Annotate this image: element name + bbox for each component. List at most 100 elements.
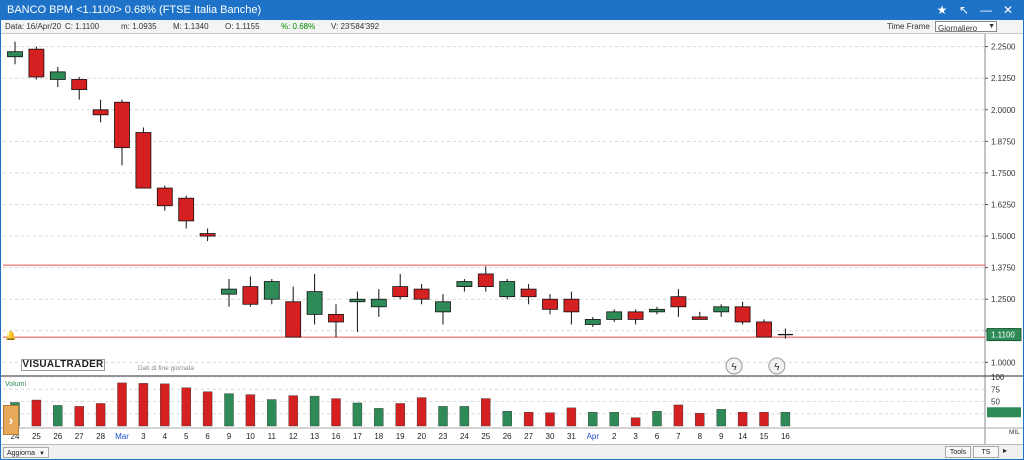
volume-bar	[202, 391, 213, 427]
arrow-icon[interactable]: ↖	[955, 2, 973, 19]
candle-body	[756, 321, 772, 338]
info-volume: V: 23'584'392	[331, 22, 380, 31]
info-close: C: 1.1100	[65, 22, 100, 31]
volume-bar	[630, 417, 641, 427]
x-tick-label: 20	[417, 432, 426, 441]
title-bar: BANCO BPM <1.1100> 0.68% (FTSE Italia Ba…	[1, 1, 1023, 20]
x-tick-label: 6	[655, 432, 660, 441]
ts-off-button[interactable]: TS OFF	[973, 446, 999, 458]
candle-body	[520, 288, 537, 298]
price-tick-label: 2.1250	[991, 74, 1016, 83]
candle-body	[734, 306, 751, 323]
x-tick-label: 16	[332, 432, 341, 441]
visualtrader-logo: VISUALTRADER	[21, 359, 105, 371]
candle-body	[691, 316, 708, 320]
x-tick-label: 13	[310, 432, 319, 441]
timeframe-select[interactable]: Giornaliero ▼	[935, 21, 997, 33]
scroll-left-button[interactable]: ›	[3, 405, 19, 435]
volume-bar	[416, 397, 427, 427]
tools-button[interactable]: Tools	[945, 446, 971, 458]
x-tick-label: 28	[96, 432, 105, 441]
chevron-right-icon[interactable]: ▸	[1003, 446, 1007, 455]
candle-body	[456, 281, 473, 287]
candle-body	[328, 313, 344, 323]
volume-bar	[288, 395, 298, 427]
volume-bar	[759, 412, 769, 427]
volume-bar	[374, 408, 384, 427]
x-tick-label: 19	[396, 432, 405, 441]
x-tick-label: 16	[781, 432, 790, 441]
x-tick-label: 31	[567, 432, 576, 441]
chart-window: BANCO BPM <1.1100> 0.68% (FTSE Italia Ba…	[0, 0, 1024, 460]
x-tick-label: 25	[32, 432, 41, 441]
volume-bar	[673, 404, 684, 427]
price-tick-label: 1.7500	[991, 169, 1016, 178]
x-tick-label: 10	[246, 432, 255, 441]
last-value-label: 1.1100	[991, 331, 1015, 340]
volume-bar	[95, 403, 106, 427]
x-tick-label: 17	[353, 432, 362, 441]
close-icon[interactable]: ✕	[999, 2, 1017, 19]
window-title: BANCO BPM <1.1100> 0.68% (FTSE Italia Ba…	[7, 4, 262, 16]
candle-body	[413, 288, 430, 300]
x-tick-label: 27	[75, 432, 84, 441]
x-tick-label: 12	[289, 432, 298, 441]
candle-body	[114, 101, 130, 149]
volume-bar	[780, 412, 791, 427]
x-tick-label: 9	[719, 432, 724, 441]
volume-bar	[545, 412, 555, 427]
volume-bar	[737, 412, 748, 427]
aggiorna-dropdown[interactable]: Aggiorna ▼	[3, 447, 49, 458]
chart-area[interactable]: 2.2500 2.1250 2.0000 1.8750 1.7500 1.6250 1.50…	[1, 34, 1023, 444]
candle-body	[49, 71, 66, 80]
info-open: O: 1.1155	[225, 22, 260, 31]
candle-body	[242, 286, 259, 305]
candle-body	[649, 308, 665, 313]
x-tick-label: 18	[374, 432, 383, 441]
price-tick-label: 2.0000	[991, 106, 1016, 115]
x-tick-label: 7	[676, 432, 681, 441]
candle-body	[199, 233, 216, 237]
lightning-icon: ϟ	[731, 362, 737, 373]
candle-body	[28, 48, 45, 78]
volume-bar	[566, 407, 577, 427]
volume-bar	[224, 393, 234, 427]
x-tick-label: 26	[53, 432, 62, 441]
x-tick-label: 11	[268, 432, 277, 441]
volume-bar	[267, 399, 277, 427]
x-tick-label: 5	[184, 432, 189, 441]
x-tick-label: 25	[481, 432, 490, 441]
info-max: M: 1.1340	[173, 22, 209, 31]
x-tick-label: 2	[612, 432, 617, 441]
data-note: Dati di fine giornata	[138, 365, 195, 372]
candle-body	[542, 298, 558, 310]
info-date: Data: 16/Apr/20	[5, 22, 62, 31]
price-tick-label: 1.2500	[991, 295, 1016, 304]
volume-bar	[74, 406, 84, 427]
candle-body	[392, 286, 409, 298]
volume-bar	[160, 383, 170, 427]
volume-bar	[588, 412, 598, 427]
star-icon[interactable]: ★	[933, 2, 951, 19]
volume-bar	[481, 398, 491, 427]
candle-body	[435, 301, 451, 313]
price-tick-label: 1.5000	[991, 232, 1016, 241]
volume-bar	[459, 406, 470, 427]
x-tick-label: 15	[760, 432, 769, 441]
aggiorna-label: Aggiorna	[7, 450, 36, 457]
candle-body	[263, 281, 280, 300]
candle-body	[349, 298, 366, 303]
candle-body	[499, 281, 516, 298]
candle-body	[306, 291, 323, 315]
candlestick-chart[interactable]: 2.2500 2.1250 2.0000 1.8750 1.7500 1.6250 1.50…	[1, 34, 1023, 444]
bottom-bar: Aggiorna▼ Tools TS OFF ▸	[1, 444, 1023, 459]
volume-bar	[523, 412, 534, 427]
bell-icon: 🔔	[5, 331, 16, 341]
volume-bar	[395, 403, 405, 427]
price-tick-label: 1.0000	[991, 358, 1016, 367]
x-tick-label: 26	[503, 432, 512, 441]
x-tick-label: 9	[227, 432, 232, 441]
timeframe-label: Time Frame	[887, 22, 930, 31]
minimize-icon[interactable]: —	[977, 2, 995, 19]
volume-bar	[117, 382, 127, 427]
